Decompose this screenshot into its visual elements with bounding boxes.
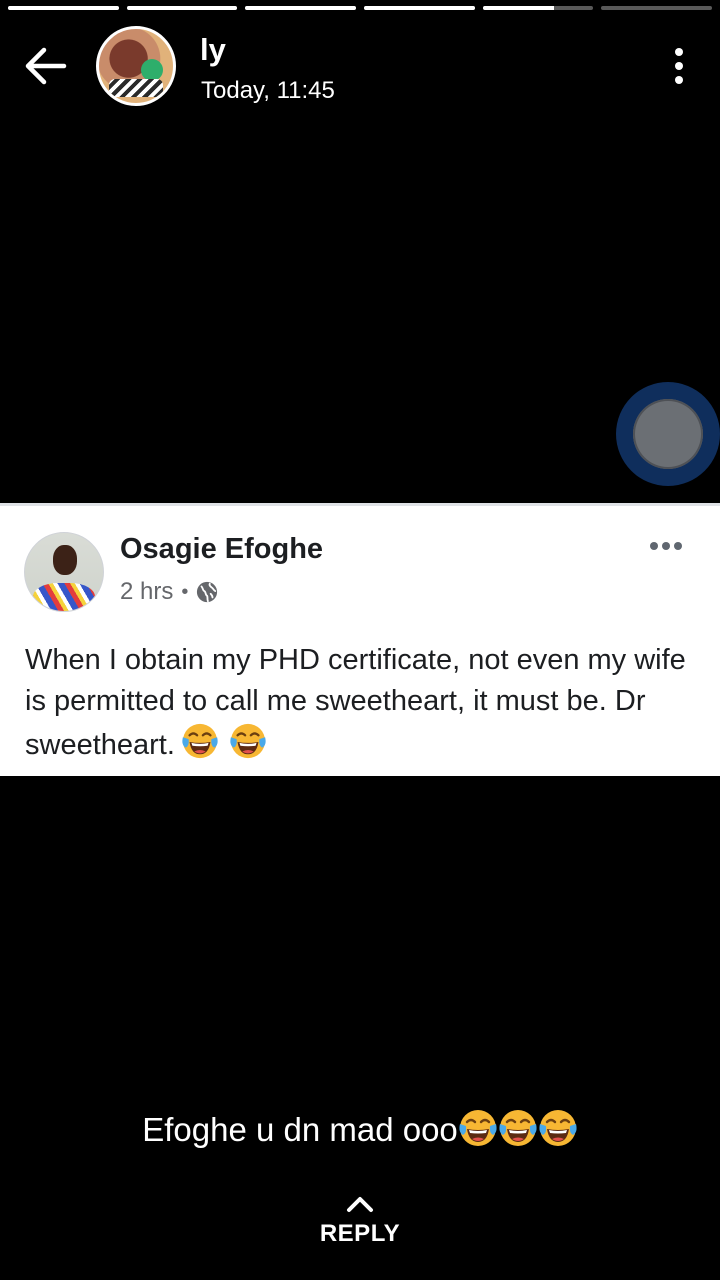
reply-button[interactable]: REPLY [300, 1194, 420, 1264]
post-emojis [175, 723, 267, 761]
progress-segment [482, 6, 594, 10]
more-vertical-icon[interactable] [672, 48, 686, 88]
back-button[interactable] [24, 46, 68, 86]
story-header: ly Today, 11:45 [0, 24, 720, 108]
story-timestamp: Today, 11:45 [201, 77, 335, 104]
face-with-tears-of-joy-emoji [459, 1110, 497, 1146]
arrow-left-icon [25, 47, 67, 85]
post-body: When I obtain my PHD certificate, not ev… [25, 640, 705, 766]
face-with-tears-of-joy-emoji [230, 723, 266, 759]
post-meta: 2 hrs • [120, 578, 218, 606]
more-horizontal-icon[interactable] [650, 542, 682, 554]
floating-action-button[interactable] [616, 382, 720, 486]
caption-text: Efoghe u dn mad ooo [142, 1111, 458, 1148]
caption-emojis [458, 1110, 578, 1148]
meta-separator: • [181, 580, 189, 603]
progress-segment [364, 6, 475, 10]
face-with-tears-of-joy-emoji [499, 1110, 537, 1146]
story-caption: Efoghe u dn mad ooo [0, 1108, 720, 1149]
post-time: 2 hrs [120, 578, 174, 605]
chevron-up-icon [347, 1197, 373, 1212]
progress-segment [126, 6, 238, 10]
face-with-tears-of-joy-emoji [539, 1110, 577, 1146]
shared-post-card: Osagie Efoghe 2 hrs • When I obtain my P… [0, 503, 720, 776]
story-progress [8, 6, 713, 11]
reply-label: REPLY [319, 1220, 401, 1247]
face-with-tears-of-joy-emoji [182, 723, 218, 759]
post-body-text: When I obtain my PHD certificate, not ev… [25, 644, 686, 761]
post-author-avatar [24, 532, 104, 612]
progress-segment [245, 6, 357, 10]
progress-segment [8, 6, 119, 10]
progress-segment [601, 6, 713, 10]
globe-icon [197, 581, 218, 603]
story-author-avatar[interactable] [96, 26, 176, 106]
story-author-name[interactable]: ly [200, 32, 226, 68]
post-author-name: Osagie Efoghe [120, 533, 324, 565]
